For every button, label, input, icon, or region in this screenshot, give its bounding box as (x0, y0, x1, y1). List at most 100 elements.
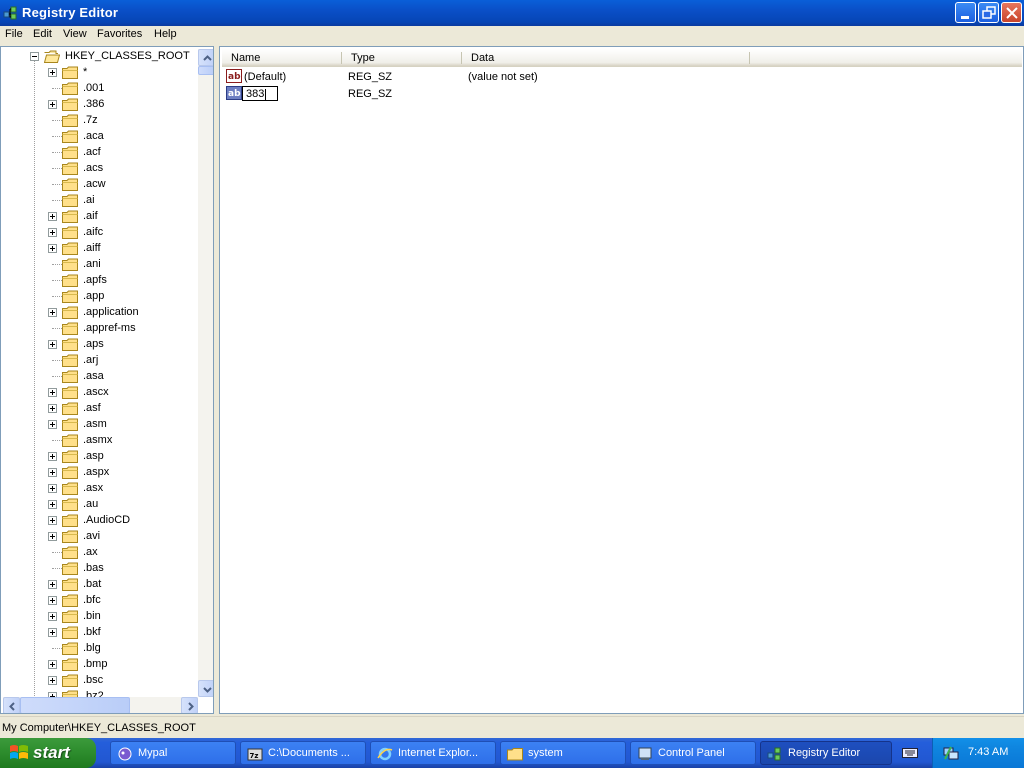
expand-icon[interactable] (48, 404, 57, 413)
tree-item-label: .aca (83, 130, 104, 142)
rename-value-input[interactable]: 383 (242, 86, 278, 101)
tree-item-label: .ani (83, 258, 101, 270)
restore-icon (982, 6, 996, 19)
scroll-right-button[interactable] (181, 697, 198, 713)
menu-help[interactable]: Help (154, 28, 177, 40)
folder-icon (62, 434, 78, 447)
tree-horizontal-scrollbar[interactable] (3, 697, 198, 713)
folder-icon (62, 210, 78, 223)
expand-icon[interactable] (48, 68, 57, 77)
folder-icon (62, 258, 78, 271)
tree-item-label: .application (83, 306, 139, 318)
folder-icon (62, 402, 78, 415)
expand-icon[interactable] (48, 596, 57, 605)
folder-icon (62, 82, 78, 95)
scroll-up-button[interactable] (198, 49, 213, 66)
folder-icon (62, 114, 78, 127)
registry-editor-icon (3, 6, 17, 20)
expand-icon[interactable] (48, 244, 57, 253)
tree-item-label: .AudioCD (83, 514, 131, 526)
folder-icon (62, 498, 78, 511)
column-header-data[interactable]: Data (462, 49, 750, 67)
expand-icon[interactable] (48, 100, 57, 109)
menu-file[interactable]: File (5, 28, 23, 40)
tree-item-label: .ascx (83, 386, 109, 398)
clock[interactable]: 7:43 AM (968, 746, 1008, 758)
taskbar-item-control-panel[interactable]: Control Panel (630, 741, 756, 765)
expand-icon[interactable] (48, 580, 57, 589)
taskbar-item-registry-editor[interactable]: Registry Editor (760, 741, 892, 765)
value-name: (Default) (244, 71, 287, 83)
expand-icon[interactable] (48, 532, 57, 541)
tree-item-label: .aiff (83, 242, 101, 254)
folder-icon (62, 466, 78, 479)
restore-button[interactable] (978, 2, 999, 23)
tree-connector (52, 184, 62, 185)
taskbar-label: Internet Explor... (398, 747, 479, 759)
tree-vertical-scrollbar[interactable] (198, 49, 213, 697)
expand-icon[interactable] (48, 388, 57, 397)
expand-icon[interactable] (48, 500, 57, 509)
folder-icon (62, 354, 78, 367)
keyboard-icon[interactable] (902, 746, 918, 760)
folder-icon (62, 242, 78, 255)
expand-icon[interactable] (48, 660, 57, 669)
tree-connector (52, 296, 62, 297)
tree-connector (52, 440, 62, 441)
tree-item-label: .001 (83, 82, 105, 94)
tree-root-label: HKEY_CLASSES_ROOT (65, 50, 190, 62)
expand-icon[interactable] (48, 468, 57, 477)
tree-item-label: .acs (83, 162, 104, 174)
column-header-name[interactable]: Name (222, 49, 342, 67)
taskbar-item-mypal[interactable]: Mypal (110, 741, 236, 765)
chevron-down-icon (203, 687, 212, 693)
close-button[interactable] (1001, 2, 1022, 23)
folder-icon (62, 562, 78, 575)
taskbar-item-system[interactable]: system (500, 741, 626, 765)
minimize-button[interactable] (955, 2, 976, 23)
scroll-down-button[interactable] (198, 680, 213, 697)
folder-icon (507, 748, 523, 761)
taskbar-label: Mypal (138, 747, 168, 759)
menu-favorites[interactable]: Favorites (97, 28, 142, 40)
expand-icon[interactable] (48, 516, 57, 525)
title-bar[interactable]: Registry Editor (0, 0, 1024, 26)
expand-icon[interactable] (48, 484, 57, 493)
start-button[interactable]: start (0, 738, 96, 768)
tree-connector (52, 136, 62, 137)
expand-icon[interactable] (48, 612, 57, 621)
scroll-thumb-horizontal[interactable] (20, 697, 130, 713)
expand-icon[interactable] (48, 212, 57, 221)
menu-view[interactable]: View (63, 28, 87, 40)
minimize-icon (961, 16, 969, 19)
text-caret (265, 89, 266, 100)
expand-icon[interactable] (48, 452, 57, 461)
values-list-pane[interactable]: Name Type Data ab (Default) REG_SZ (valu… (219, 46, 1024, 714)
folder-icon (62, 370, 78, 383)
tree-item-label: .arj (83, 354, 99, 366)
tree-connector (52, 280, 62, 281)
column-header-type[interactable]: Type (342, 49, 462, 67)
folder-icon (62, 386, 78, 399)
expand-icon[interactable] (48, 676, 57, 685)
expand-icon[interactable] (48, 628, 57, 637)
tree-item-label: * (83, 66, 88, 78)
expand-icon[interactable] (48, 228, 57, 237)
tree-item-label: .asf (83, 402, 101, 414)
tree-connector (52, 552, 62, 553)
expand-icon[interactable] (48, 308, 57, 317)
scroll-thumb[interactable] (198, 66, 213, 75)
folder-icon (62, 194, 78, 207)
expand-icon[interactable] (48, 340, 57, 349)
tree-item-label: .blg (83, 642, 101, 654)
collapse-icon[interactable] (30, 52, 39, 61)
scroll-left-button[interactable] (3, 697, 20, 713)
menu-edit[interactable]: Edit (33, 28, 52, 40)
key-tree-pane[interactable]: HKEY_CLASSES_ROOT * .001 .386 .7z .aca .acf .a… (0, 46, 214, 714)
expand-icon[interactable] (48, 420, 57, 429)
tree-connector (52, 328, 62, 329)
taskbar-item-documents[interactable]: 7z C:\Documents ... (240, 741, 366, 765)
network-icon[interactable] (943, 745, 959, 761)
taskbar-item-internet-explorer[interactable]: Internet Explor... (370, 741, 496, 765)
tree-item-label: .7z (83, 114, 98, 126)
